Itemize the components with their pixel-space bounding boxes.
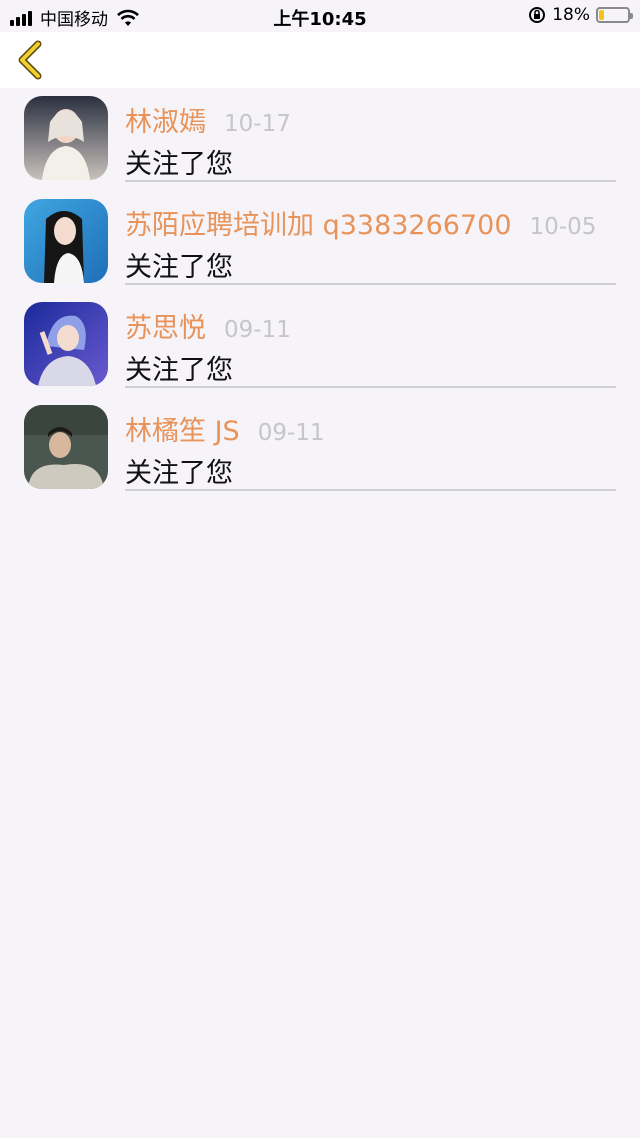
user-name[interactable]: 苏思悦 bbox=[125, 313, 206, 344]
chevron-left-icon bbox=[18, 40, 42, 80]
user-name[interactable]: 林橘笙 JS bbox=[125, 416, 240, 447]
timestamp: 10-17 bbox=[224, 111, 291, 137]
battery-percent: 18% bbox=[552, 5, 590, 25]
status-right: 18% bbox=[528, 5, 633, 25]
item-content: 苏思悦 09-11 关注了您 bbox=[125, 302, 616, 388]
item-content: 林橘笙 JS 09-11 关注了您 bbox=[125, 405, 616, 491]
item-content: 苏陌应聘培训加 q3383266700 10-05 关注了您 bbox=[125, 199, 616, 285]
avatar[interactable] bbox=[24, 199, 108, 283]
battery-icon bbox=[596, 7, 633, 23]
list-item[interactable]: 苏思悦 09-11 关注了您 bbox=[0, 294, 640, 397]
list-item[interactable]: 林淑嫣 10-17 关注了您 bbox=[0, 88, 640, 191]
list-item[interactable]: 苏陌应聘培训加 q3383266700 10-05 关注了您 bbox=[0, 191, 640, 294]
timestamp: 09-11 bbox=[257, 420, 325, 446]
notification-list: 林淑嫣 10-17 关注了您 苏陌应聘培训加 q3383266700 10-05 关… bbox=[0, 88, 640, 500]
battery-level bbox=[599, 10, 604, 20]
notification-message: 关注了您 bbox=[125, 458, 233, 489]
notification-message: 关注了您 bbox=[125, 252, 233, 283]
user-name[interactable]: 苏陌应聘培训加 q3383266700 bbox=[125, 210, 512, 241]
timestamp: 09-11 bbox=[224, 317, 291, 343]
item-content: 林淑嫣 10-17 关注了您 bbox=[125, 96, 616, 182]
notification-message: 关注了您 bbox=[125, 149, 233, 180]
back-button[interactable] bbox=[12, 38, 52, 82]
notification-message: 关注了您 bbox=[125, 355, 233, 386]
user-name[interactable]: 林淑嫣 bbox=[125, 107, 206, 138]
status-bar: 中国移动 上午10:45 18% bbox=[0, 0, 640, 32]
orientation-lock-icon bbox=[529, 7, 546, 23]
avatar[interactable] bbox=[24, 302, 108, 386]
list-item[interactable]: 林橘笙 JS 09-11 关注了您 bbox=[0, 397, 640, 500]
avatar[interactable] bbox=[24, 96, 108, 180]
timestamp: 10-05 bbox=[529, 214, 597, 240]
nav-bar bbox=[0, 32, 640, 88]
avatar[interactable] bbox=[24, 405, 108, 489]
